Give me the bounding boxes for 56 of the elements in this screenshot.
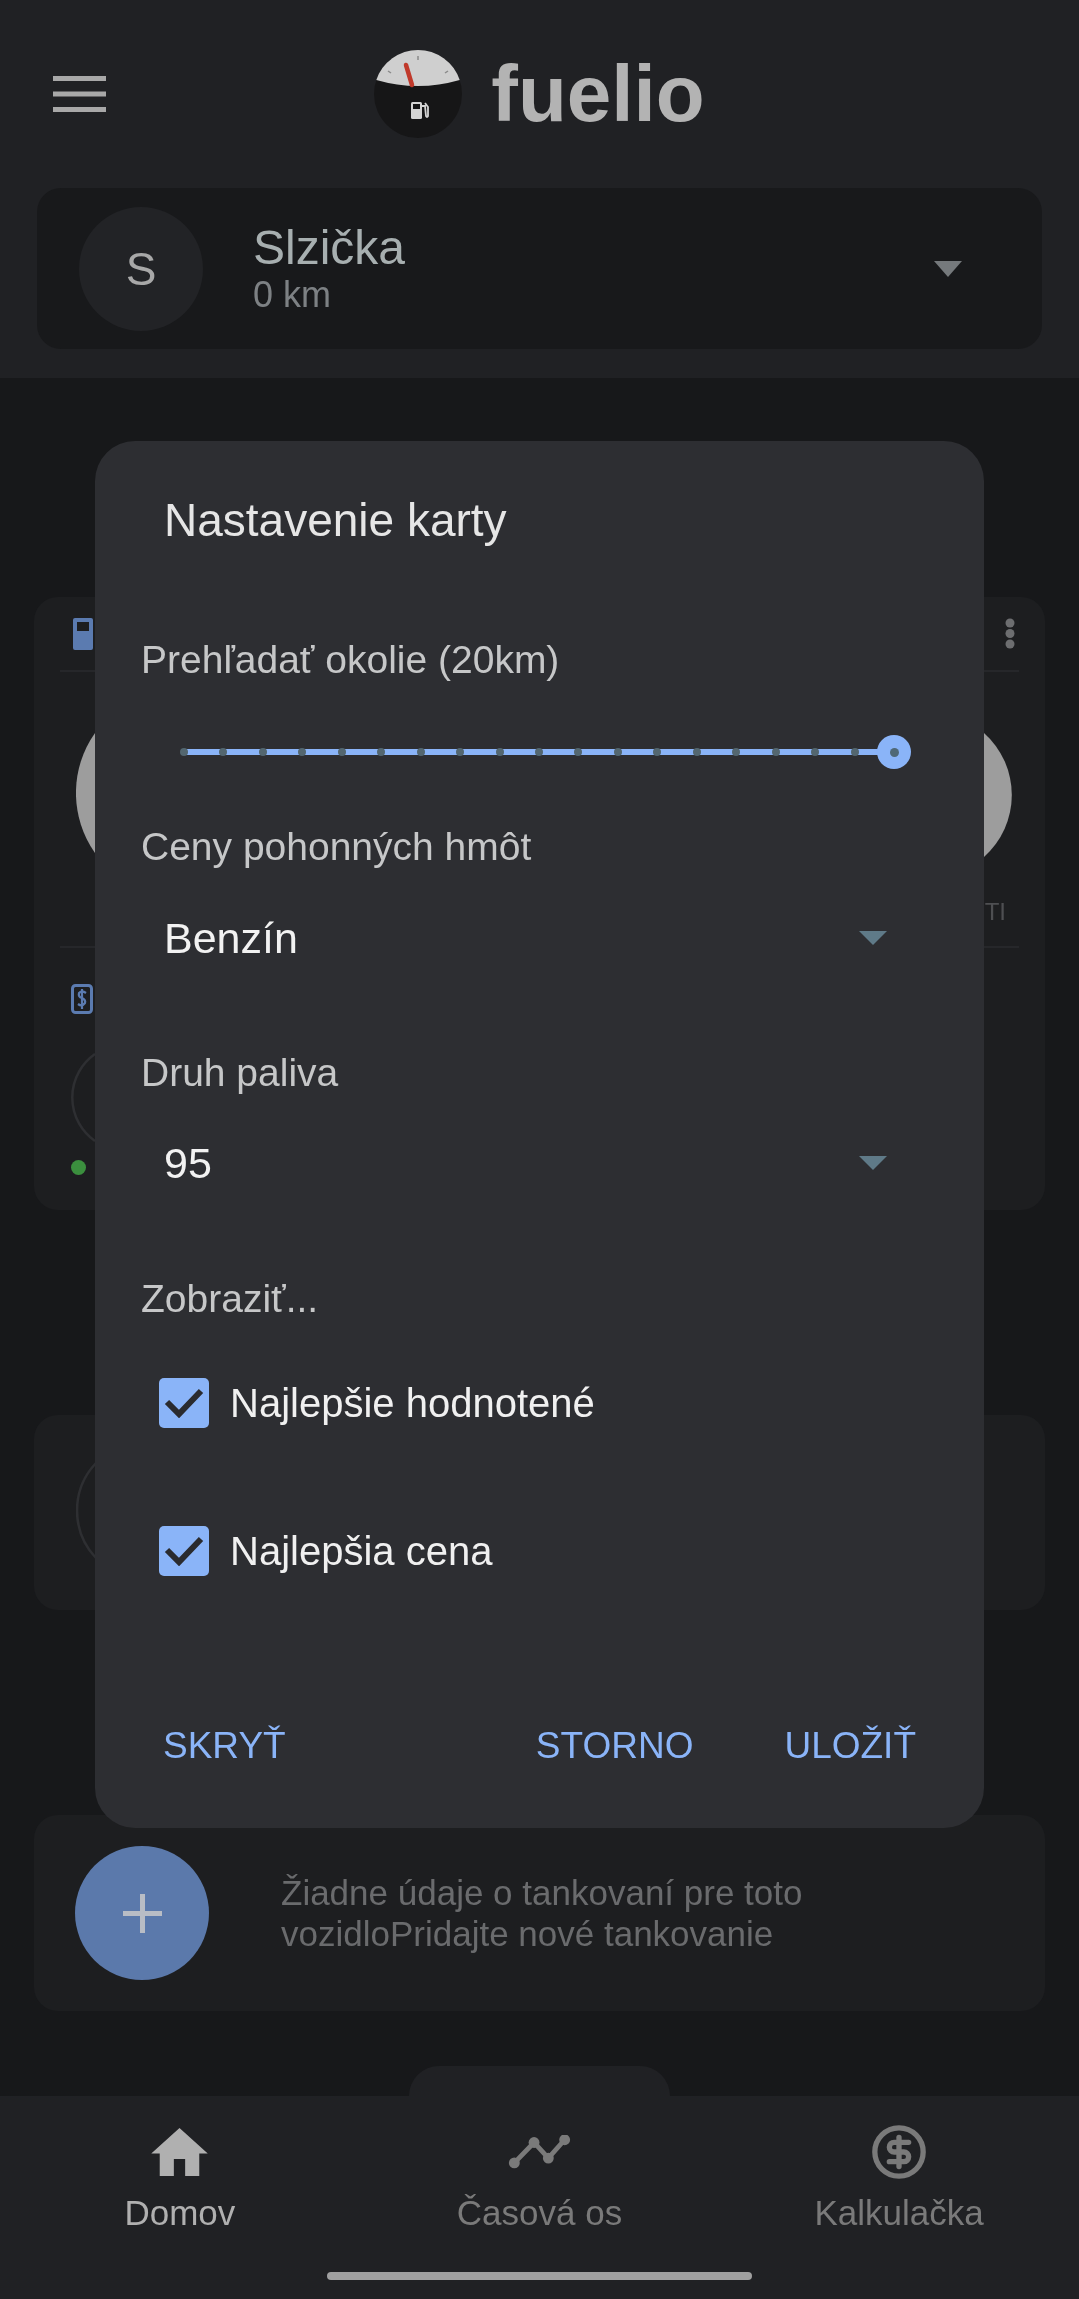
check-icon [164, 1388, 204, 1418]
home-icon [151, 2128, 209, 2176]
slider-tick [495, 748, 504, 756]
slider-thumb[interactable] [877, 735, 911, 769]
caret-icon [859, 1156, 887, 1170]
money-icon [71, 984, 93, 1014]
slider-tick [337, 748, 346, 756]
more-icon[interactable] [1005, 618, 1015, 649]
fuel-pump-icon [73, 617, 93, 650]
checkbox[interactable] [159, 1526, 209, 1576]
slider-tick [692, 748, 701, 756]
check-icon [164, 1536, 204, 1566]
slider-tick [574, 748, 583, 756]
avatar: S [79, 206, 203, 331]
checkbox-label[interactable]: Najlepšie hodnotené [230, 1378, 595, 1428]
vehicle-name: Slzička [253, 221, 407, 274]
dropdown-field[interactable]: 95 [164, 1133, 887, 1193]
slider-tick [258, 748, 267, 756]
nav-tab[interactable]: Domov [124, 2096, 236, 2233]
checkbox[interactable] [159, 1378, 209, 1428]
dialog-button[interactable]: STORNO [535, 1716, 694, 1776]
slider-tick [653, 748, 662, 756]
logo-text: fuelio [491, 50, 705, 138]
dialog-button[interactable]: SKRYŤ [163, 1716, 286, 1776]
field-label: Prehľadať okolie (20km) [141, 637, 560, 683]
dialog-title: Nastavenie karty [164, 495, 507, 545]
slider-tick [613, 748, 622, 756]
field-label: Druh paliva [141, 1050, 339, 1096]
checkbox-label[interactable]: Najlepšia cena [230, 1526, 493, 1576]
status-dot-icon [71, 1160, 86, 1175]
slider-tick [535, 748, 543, 756]
nav-tab[interactable]: Kalkulačka [814, 2096, 984, 2233]
slider-tick [732, 748, 741, 756]
slider-tick [180, 748, 188, 756]
slider-tick [811, 748, 820, 756]
dropdown-field[interactable]: Benzín [164, 908, 887, 968]
slider-tick [298, 748, 307, 756]
odometer-text: 0 km [253, 273, 332, 316]
field-label: Ceny pohonných hmôt [141, 824, 532, 870]
dollar-circle-icon [870, 2123, 929, 2181]
vehicle-selector[interactable]: S Slzička 0 km [37, 188, 1042, 349]
menu-icon[interactable] [53, 76, 106, 112]
nav-tab[interactable]: Časová os [456, 2096, 623, 2233]
caret-icon [934, 260, 962, 277]
slider-tick [456, 748, 465, 756]
dialog-button[interactable]: ULOŽIŤ [784, 1716, 916, 1776]
slider-tick [416, 748, 425, 756]
plus-icon [122, 1893, 162, 1933]
slider-tick [219, 748, 228, 756]
slider-tick [377, 748, 386, 756]
line-chart-icon [508, 2135, 571, 2169]
section-label: Zobraziť... [141, 1276, 319, 1322]
empty-message: Žiadne údaje o tankovaní pre toto vozidloPridajte nové tankovanie [281, 1872, 804, 1954]
slider-tick [850, 748, 859, 756]
slider-tick [771, 748, 780, 756]
logo-icon [374, 50, 463, 138]
